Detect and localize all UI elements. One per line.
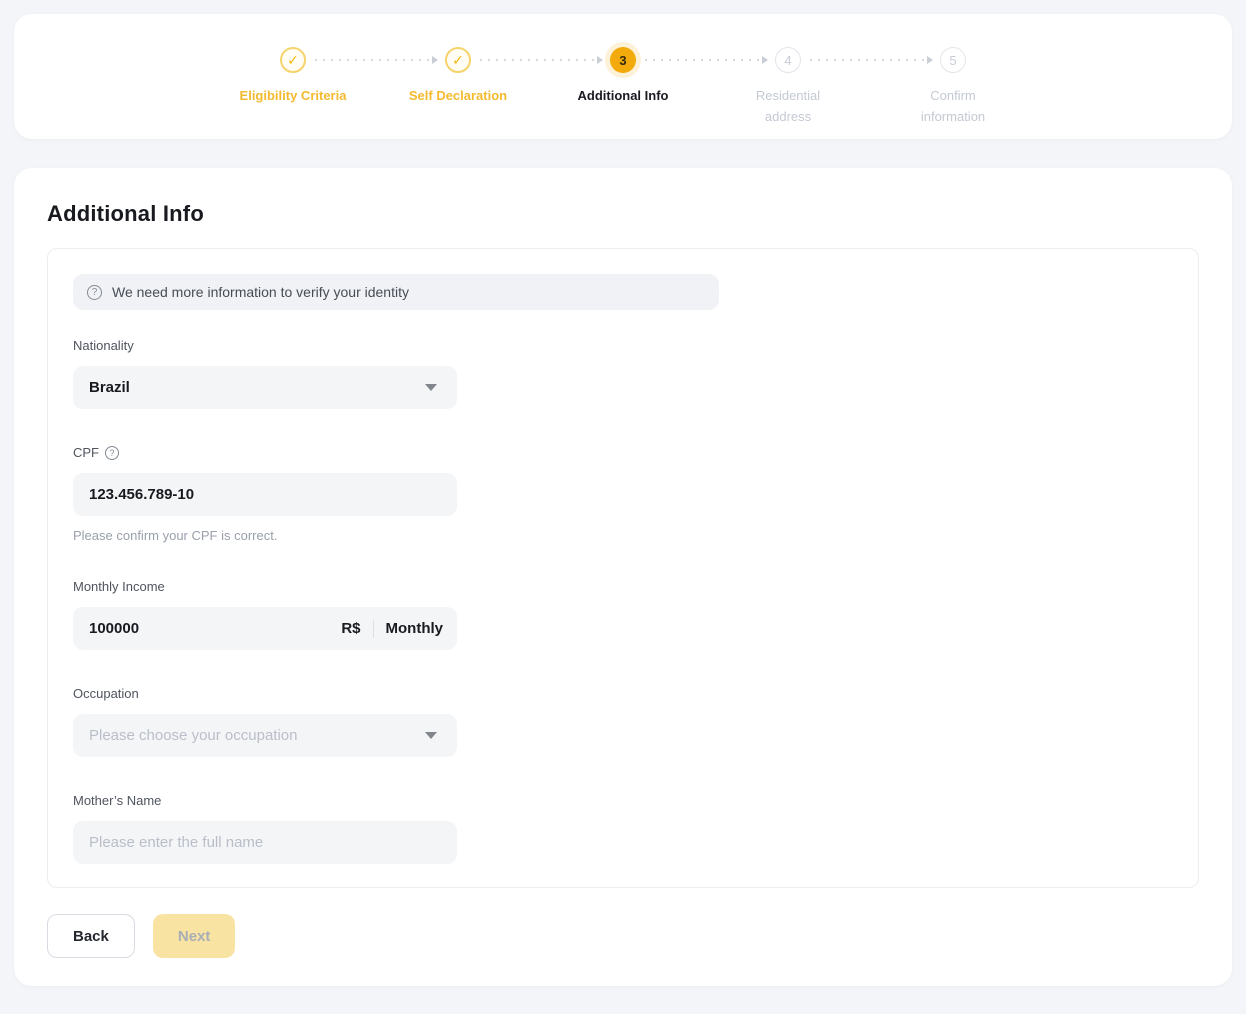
nationality-label: Nationality (73, 338, 1173, 353)
stepper-connector (480, 59, 601, 61)
form-actions: Back Next (47, 914, 1199, 958)
nationality-selected-value: Brazil (89, 379, 425, 396)
cpf-helper-text: Please confirm your CPF is correct. (73, 528, 1173, 543)
stepper: ✓ Eligibility Criteria ✓ Self Declaratio… (14, 14, 1232, 127)
page-title: Additional Info (47, 201, 1199, 227)
monthly-income-input[interactable] (89, 620, 341, 637)
back-button[interactable]: Back (47, 914, 135, 958)
stepper-connector (810, 59, 931, 61)
mothers-name-field-group: Mother’s Name (73, 793, 1173, 864)
monthly-income-label: Monthly Income (73, 579, 1173, 594)
step-label: Additional Info (578, 85, 669, 106)
nationality-select[interactable]: Brazil (73, 366, 457, 409)
mothers-name-input-box (73, 821, 457, 864)
banner-text: We need more information to verify your … (112, 284, 409, 300)
step-circle-upcoming: 5 (940, 47, 966, 73)
step-number: 4 (784, 53, 791, 68)
monthly-income-suffix: R$ Monthly (341, 620, 443, 638)
step-number: 5 (949, 53, 956, 68)
occupation-field-group: Occupation Please choose your occupation (73, 686, 1173, 757)
page: ✓ Eligibility Criteria ✓ Self Declaratio… (0, 14, 1246, 986)
step-label: Self Declaration (409, 85, 507, 106)
cpf-label-text: CPF (73, 445, 99, 460)
check-icon: ✓ (287, 52, 299, 69)
occupation-placeholder: Please choose your occupation (89, 727, 425, 744)
divider (373, 620, 374, 638)
income-period: Monthly (386, 620, 444, 637)
step-circle-done: ✓ (280, 47, 306, 73)
mothers-name-label: Mother’s Name (73, 793, 1173, 808)
step-label: Eligibility Criteria (240, 85, 347, 106)
nationality-field-group: Nationality Brazil (73, 338, 1173, 409)
chevron-down-icon (425, 732, 437, 739)
step-label: Confirm information (903, 85, 1003, 127)
mothers-name-input[interactable] (89, 834, 443, 851)
cpf-help-icon[interactable]: ? (105, 446, 119, 460)
occupation-select[interactable]: Please choose your occupation (73, 714, 457, 757)
cpf-label: CPF ? (73, 445, 1173, 460)
cpf-input-box (73, 473, 457, 516)
cpf-input[interactable] (89, 486, 443, 503)
next-button[interactable]: Next (153, 914, 236, 958)
currency-unit: R$ (341, 620, 360, 637)
cpf-field-group: CPF ? Please confirm your CPF is correct… (73, 445, 1173, 543)
step-label: Residential address (738, 85, 838, 127)
step-circle-done: ✓ (445, 47, 471, 73)
stepper-connector (645, 59, 766, 61)
form-panel: ? We need more information to verify you… (47, 248, 1199, 888)
info-banner: ? We need more information to verify you… (73, 274, 719, 310)
chevron-down-icon (425, 384, 437, 391)
monthly-income-field-group: Monthly Income R$ Monthly (73, 579, 1173, 650)
stepper-step-confirm-information: 5 Confirm information (871, 47, 1036, 127)
occupation-label: Occupation (73, 686, 1173, 701)
monthly-income-input-box: R$ Monthly (73, 607, 457, 650)
check-icon: ✓ (452, 52, 464, 69)
stepper-connector (315, 59, 436, 61)
question-circle-icon: ? (87, 285, 102, 300)
step-circle-current: 3 (610, 47, 636, 73)
step-circle-upcoming: 4 (775, 47, 801, 73)
stepper-card: ✓ Eligibility Criteria ✓ Self Declaratio… (14, 14, 1232, 139)
step-number: 3 (619, 53, 626, 68)
main-card: Additional Info ? We need more informati… (14, 168, 1232, 986)
